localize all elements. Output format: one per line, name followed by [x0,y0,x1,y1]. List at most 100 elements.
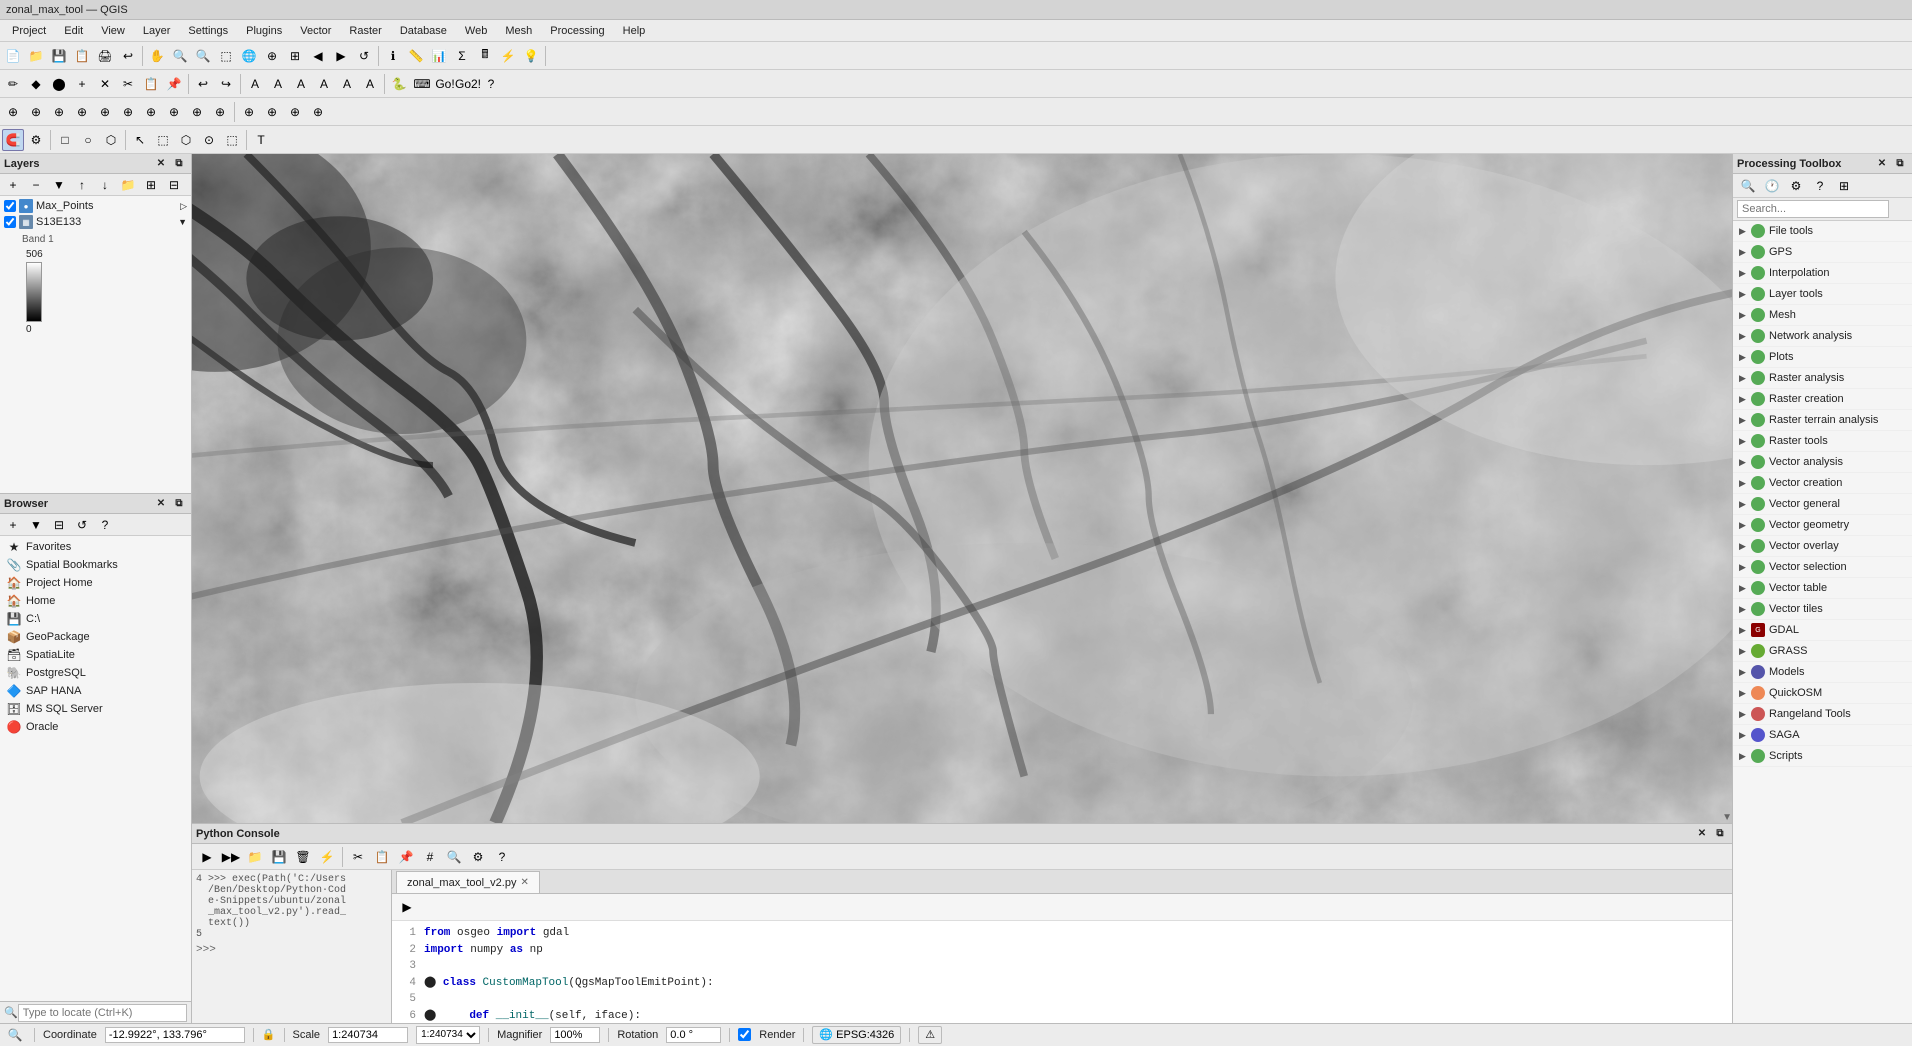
select-btn[interactable]: ⬚ [215,45,237,67]
zoom-in-btn[interactable]: 🔍 [169,45,191,67]
layer-item-s13e133[interactable]: ▦ S13E133 ▼ [2,214,189,230]
toolbox-grass[interactable]: ▶ GRASS [1733,641,1912,662]
editor-run-btn[interactable]: ▶ [396,896,418,918]
epsg-btn[interactable]: 🌐 EPSG:4326 [812,1026,901,1044]
browser-saphana[interactable]: 🔷 SAP HANA [2,682,189,700]
console-find-btn[interactable]: 🔍 [443,846,465,868]
t3-10[interactable]: ⊕ [209,101,231,123]
menu-help[interactable]: Help [615,23,654,39]
console-interactive[interactable]: 4 >>> exec(Path('C:/Users /Ben/Desktop/P… [192,870,392,1023]
layer-s13e133-checkbox[interactable] [4,216,16,228]
console-tab-close[interactable]: ✕ [520,877,528,888]
layers-detach-icon[interactable]: ⧉ [171,156,187,172]
code-editor[interactable]: 1 from osgeo import gdal 2 import numpy … [392,921,1732,1023]
pan-tool-btn[interactable]: ✋ [146,45,168,67]
layer-down-btn[interactable]: ↓ [94,174,116,196]
action-btn[interactable]: ⚡ [497,45,519,67]
zoom-full-btn[interactable]: 🌐 [238,45,260,67]
vertex-btn[interactable]: ⬤ [48,73,70,95]
cut-btn[interactable]: ✂ [117,73,139,95]
browser-spatialite[interactable]: 🗃 SpatiaLite [2,646,189,664]
layer-filter-btn[interactable]: ▼ [48,174,70,196]
t3-14[interactable]: ⊕ [307,101,329,123]
open-project-btn[interactable]: 📁 [25,45,47,67]
toolbox-close-icon[interactable]: ✕ [1874,156,1890,172]
node-tool-btn[interactable]: ◆ [25,73,47,95]
layer-up-btn[interactable]: ↑ [71,174,93,196]
toolbox-mesh[interactable]: ▶ Mesh [1733,305,1912,326]
identify-btn[interactable]: ℹ [382,45,404,67]
toolbox-vector-general[interactable]: ▶ Vector general [1733,494,1912,515]
locate-point-btn[interactable]: 🔍 [4,1024,26,1046]
console-help-btn[interactable]: ? [491,846,513,868]
toolbox-settings-btn[interactable]: ⚙ [1785,175,1807,197]
toolbox-gps[interactable]: ▶ GPS [1733,242,1912,263]
console-run-btn[interactable]: ▶▶ [220,846,242,868]
toolbox-saga[interactable]: ▶ SAGA [1733,725,1912,746]
t3-3[interactable]: ⊕ [48,101,70,123]
layer-item-maxpoints[interactable]: ● Max_Points ▷ [2,198,189,214]
paste-btn[interactable]: 📌 [163,73,185,95]
console-cut-btn[interactable]: ✂ [347,846,369,868]
layer-collapse-btn[interactable]: ⊟ [163,174,185,196]
t3-6[interactable]: ⊕ [117,101,139,123]
selection-tool-btn[interactable]: ↖ [129,129,151,151]
selection-poly-btn[interactable]: ⬡ [175,129,197,151]
toolbox-rangeland[interactable]: ▶ Rangeland Tools [1733,704,1912,725]
zoom-next-btn[interactable]: ▶ [330,45,352,67]
label3-btn[interactable]: A [290,73,312,95]
label6-btn[interactable]: A [359,73,381,95]
save-as-btn[interactable]: 📋 [71,45,93,67]
toolbox-raster-analysis[interactable]: ▶ Raster analysis [1733,368,1912,389]
messages-btn[interactable]: ⚠ [918,1026,942,1044]
console-run-script-btn[interactable]: ▶ [196,846,218,868]
menu-raster[interactable]: Raster [341,23,389,39]
toolbox-raster-tools[interactable]: ▶ Raster tools [1733,431,1912,452]
t3-12[interactable]: ⊕ [261,101,283,123]
menu-project[interactable]: Project [4,23,54,39]
menu-web[interactable]: Web [457,23,495,39]
t3-13[interactable]: ⊕ [284,101,306,123]
console-input[interactable] [220,944,387,956]
console-settings-btn[interactable]: ⚙ [467,846,489,868]
toolbox-vector-overlay[interactable]: ▶ Vector overlay [1733,536,1912,557]
add-layer-btn[interactable]: + [2,174,24,196]
console-prompt[interactable]: >>> [196,944,387,956]
menu-mesh[interactable]: Mesh [497,23,540,39]
console-tab-zonal[interactable]: zonal_max_tool_v2.py ✕ [396,871,540,893]
browser-refresh-btn[interactable]: ↺ [71,514,93,536]
browser-oracle[interactable]: 🔴 Oracle [2,718,189,736]
menu-processing[interactable]: Processing [542,23,612,39]
browser-c-drive[interactable]: 💾 C:\ [2,610,189,628]
zoom-select-btn[interactable]: ⊞ [284,45,306,67]
t3-7[interactable]: ⊕ [140,101,162,123]
digitize-poly-btn[interactable]: ⬡ [100,129,122,151]
toolbox-vector-tiles[interactable]: ▶ Vector tiles [1733,599,1912,620]
remove-layer-btn[interactable]: − [25,174,47,196]
browser-detach-icon[interactable]: ⧉ [171,496,187,512]
menu-layer[interactable]: Layer [135,23,179,39]
stat-btn[interactable]: Σ [451,45,473,67]
copy-btn[interactable]: 📋 [140,73,162,95]
toolbox-vector-geometry[interactable]: ▶ Vector geometry [1733,515,1912,536]
browser-home[interactable]: 🏠 Home [2,592,189,610]
browser-mssql[interactable]: 🗄 MS SQL Server [2,700,189,718]
toolbox-help-btn[interactable]: ? [1809,175,1831,197]
expr-btn[interactable]: Go! [434,73,456,95]
refresh-btn[interactable]: ↺ [353,45,375,67]
browser-collapse-btn[interactable]: ⊟ [48,514,70,536]
t3-2[interactable]: ⊕ [25,101,47,123]
menu-edit[interactable]: Edit [56,23,91,39]
browser-postgresql[interactable]: 🐘 PostgreSQL [2,664,189,682]
toolbox-layer-tools[interactable]: ▶ Layer tools [1733,284,1912,305]
t3-1[interactable]: ⊕ [2,101,24,123]
calculator-btn[interactable]: 🖩 [474,45,496,67]
browser-help-btn[interactable]: ? [94,514,116,536]
digitize-circle-btn[interactable]: ○ [77,129,99,151]
digitize-btn[interactable]: ✏ [2,73,24,95]
toolbox-scripts[interactable]: ▶ Scripts [1733,746,1912,767]
tips-btn[interactable]: 💡 [520,45,542,67]
scale-input[interactable] [328,1027,408,1043]
toolbox-vector-table[interactable]: ▶ Vector table [1733,578,1912,599]
macro-btn[interactable]: ⌨ [411,73,433,95]
